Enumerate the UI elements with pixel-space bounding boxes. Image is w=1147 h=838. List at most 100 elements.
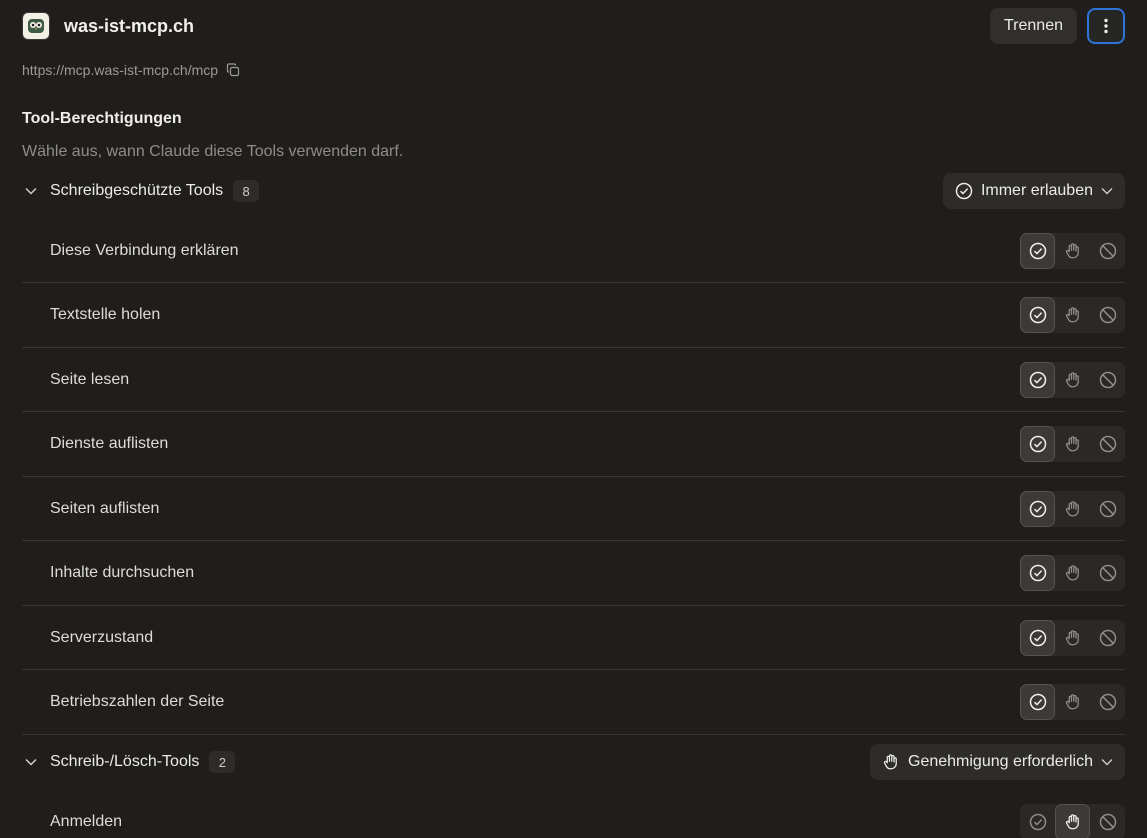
hand-icon — [1064, 693, 1082, 711]
permission-selector — [1020, 361, 1125, 398]
tool-name: Seite lesen — [50, 370, 130, 388]
ask-button[interactable] — [1055, 362, 1090, 398]
tool-row: Seiten auflisten — [22, 477, 1125, 541]
ask-button[interactable] — [1055, 620, 1090, 656]
hand-icon — [1064, 435, 1082, 453]
more-options-button[interactable] — [1087, 8, 1125, 44]
ask-button[interactable] — [1055, 684, 1090, 720]
permission-selector — [1020, 555, 1125, 591]
check-circle-icon — [1029, 435, 1047, 453]
check-circle-icon — [1029, 242, 1047, 260]
permission-selector — [1020, 426, 1125, 462]
chevron-down-icon — [1101, 759, 1113, 766]
ask-button[interactable] — [1055, 297, 1090, 333]
tool-name: Anmelden — [50, 813, 123, 830]
chevron-down-icon[interactable] — [22, 187, 40, 195]
ask-button[interactable] — [1055, 491, 1090, 527]
server-logo — [22, 12, 50, 40]
allow-button[interactable] — [1020, 684, 1055, 720]
block-button[interactable] — [1090, 233, 1125, 269]
tool-name: Betriebszahlen der Seite — [50, 693, 225, 710]
allow-button[interactable] — [1020, 804, 1055, 838]
ask-button[interactable] — [1055, 426, 1090, 462]
block-icon — [1099, 564, 1117, 582]
group-header-write-delete[interactable]: Schreib-/Lösch-Tools 2 Genehmigung erfor… — [22, 744, 1125, 780]
block-button[interactable] — [1090, 804, 1125, 838]
block-button[interactable] — [1090, 620, 1125, 656]
hand-icon — [1064, 813, 1082, 831]
block-button[interactable] — [1090, 297, 1125, 333]
block-icon — [1099, 500, 1117, 518]
hand-icon — [1064, 306, 1082, 324]
connector-settings-page: was-ist-mcp.ch Trennen https://mcp.was-i… — [0, 0, 1147, 838]
hand-icon — [1064, 629, 1082, 647]
header: was-ist-mcp.ch Trennen — [22, 8, 1125, 44]
hand-icon — [1064, 564, 1082, 582]
allow-button[interactable] — [1020, 555, 1055, 591]
hand-icon — [1064, 371, 1082, 389]
group-policy-dropdown[interactable]: Immer erlauben — [942, 173, 1125, 209]
group-header-read-only[interactable]: Schreibgeschützte Tools 8 Immer erlauben — [22, 173, 1125, 209]
check-circle-icon — [955, 182, 973, 200]
permissions-subtitle: Wähle aus, wann Claude diese Tools verwe… — [22, 143, 404, 160]
block-icon — [1099, 306, 1117, 324]
tool-row: Inhalte durchsuchen — [22, 542, 1125, 606]
tool-name: Inhalte durchsuchen — [50, 564, 195, 581]
permission-selector — [1020, 297, 1125, 333]
tool-row: Diese Verbindung erklären — [22, 219, 1125, 283]
check-circle-icon — [1029, 813, 1047, 831]
block-icon — [1099, 813, 1117, 831]
chevron-down-icon[interactable] — [22, 758, 40, 766]
disconnect-button[interactable]: Trennen — [990, 8, 1077, 44]
group-policy-dropdown[interactable]: Genehmigung erforderlich — [870, 744, 1125, 780]
group-policy-label: Genehmigung erforderlich — [908, 753, 1093, 770]
tool-name: Diese Verbindung erklären — [50, 241, 239, 259]
hand-icon — [1064, 500, 1082, 518]
group-policy-label: Immer erlauben — [980, 182, 1093, 199]
group-label: Schreib-/Lösch-Tools — [50, 753, 200, 770]
ask-button[interactable] — [1055, 555, 1090, 591]
tool-row: Serverzustand — [22, 606, 1125, 670]
block-icon — [1099, 435, 1117, 453]
allow-button[interactable] — [1020, 232, 1055, 269]
check-circle-icon — [1029, 693, 1047, 711]
block-button[interactable] — [1090, 684, 1125, 720]
tool-name: Dienste auflisten — [50, 435, 169, 452]
copy-icon[interactable] — [226, 63, 240, 77]
allow-button[interactable] — [1020, 490, 1055, 527]
owl-logo-icon — [28, 19, 44, 33]
count-badge: 8 — [233, 180, 260, 202]
block-button[interactable] — [1090, 491, 1125, 527]
server-url-row: https://mcp.was-ist-mcp.ch/mcp — [22, 62, 240, 78]
tool-row: Betriebszahlen der Seite — [22, 671, 1125, 735]
allow-button[interactable] — [1020, 426, 1055, 462]
ask-button[interactable] — [1055, 233, 1090, 269]
permission-selector — [1020, 619, 1125, 656]
check-circle-icon — [1029, 500, 1047, 518]
check-circle-icon — [1029, 629, 1047, 647]
check-circle-icon — [1029, 371, 1047, 389]
permission-selector — [1020, 490, 1125, 527]
tool-name: Serverzustand — [50, 628, 154, 646]
allow-button[interactable] — [1020, 619, 1055, 656]
block-button[interactable] — [1090, 362, 1125, 398]
block-button[interactable] — [1090, 555, 1125, 591]
hand-icon — [1064, 242, 1082, 260]
tool-row: Textstelle holen — [22, 284, 1125, 348]
ask-button[interactable] — [1055, 804, 1090, 838]
hand-icon — [883, 754, 897, 770]
allow-button[interactable] — [1020, 361, 1055, 398]
allow-button[interactable] — [1020, 297, 1055, 333]
permissions-title: Tool-Berechtigungen — [22, 110, 182, 127]
chevron-down-icon — [1101, 188, 1113, 195]
tool-name: Seiten auflisten — [50, 499, 160, 517]
block-icon — [1099, 629, 1117, 647]
permission-selector — [1020, 684, 1125, 720]
block-icon — [1099, 242, 1117, 260]
permission-selector — [1020, 232, 1125, 269]
block-button[interactable] — [1090, 426, 1125, 462]
server-name: was-ist-mcp.ch — [64, 15, 195, 36]
check-circle-icon — [1029, 306, 1047, 324]
tool-name: Textstelle holen — [50, 306, 161, 323]
tool-row: Dienste auflisten — [22, 413, 1125, 477]
